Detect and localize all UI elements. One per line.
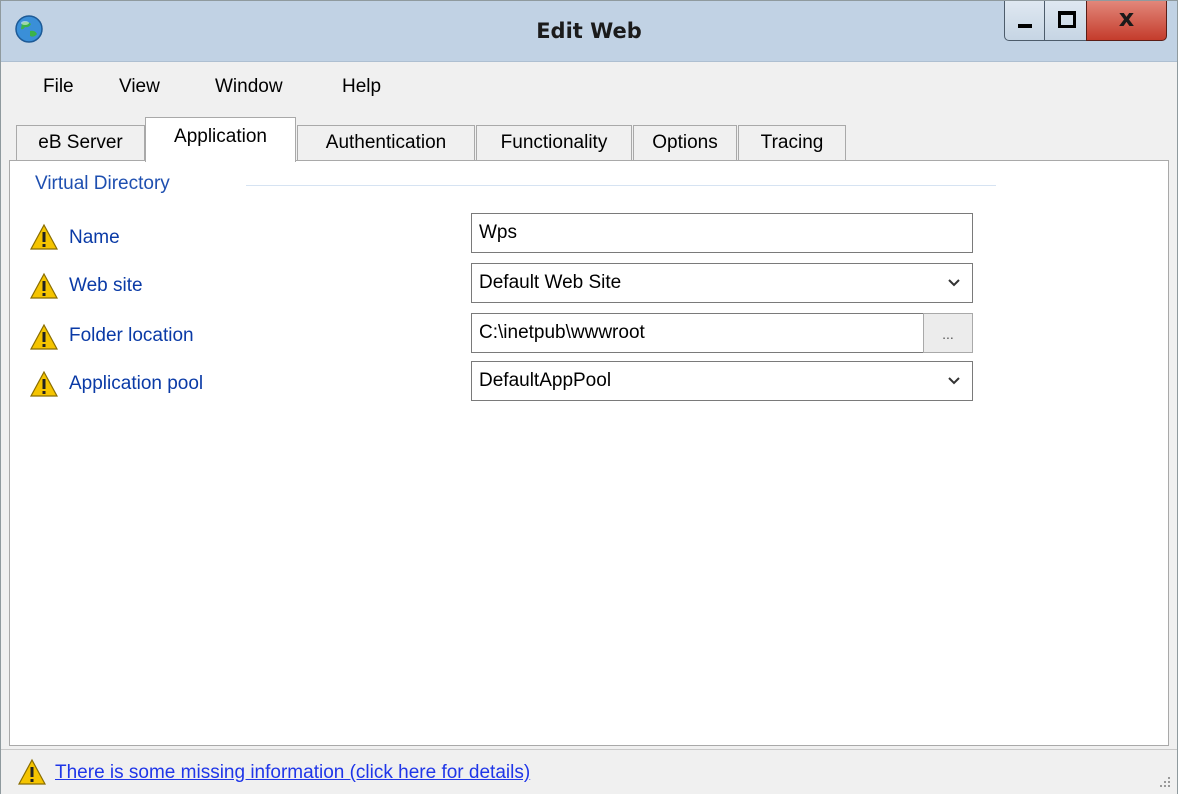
close-icon: x [1118,4,1135,32]
tab-application[interactable]: Application [145,117,296,162]
web-site-value: Default Web Site [479,272,622,293]
edit-web-window: Edit Web x File View Window Help eB Serv… [0,0,1178,794]
group-title: Virtual Directory [35,173,178,195]
warning-icon [29,272,59,299]
menu-view[interactable]: View [119,76,160,98]
warning-icon [29,223,59,250]
maximize-icon [1058,11,1076,28]
menu-help[interactable]: Help [342,76,381,98]
menu-file[interactable]: File [43,76,74,98]
warning-icon [29,370,59,397]
web-site-select[interactable]: Default Web Site [471,263,973,303]
tab-eb-server[interactable]: eB Server [16,125,145,161]
warning-icon [17,758,47,785]
chevron-down-icon[interactable] [948,279,960,287]
application-pool-select[interactable]: DefaultAppPool [471,361,973,401]
application-pool-label: Application pool [69,373,204,394]
menu-window[interactable]: Window [215,76,283,98]
tab-tracing[interactable]: Tracing [738,125,846,161]
name-label: Name [69,227,120,248]
folder-location-label: Folder location [69,325,194,346]
warning-icon [29,323,59,350]
missing-info-link[interactable]: There is some missing information (click… [55,762,530,784]
tab-strip: eB Server Application Authentication Fun… [1,117,1177,162]
web-site-label: Web site [69,275,143,296]
group-divider [246,185,996,186]
browse-button[interactable]: ... [923,313,973,353]
minimize-icon [1018,24,1032,28]
minimize-button[interactable] [1004,1,1045,41]
maximize-button[interactable] [1044,1,1087,41]
status-bar: There is some missing information (click… [1,749,1177,794]
menu-bar: File View Window Help [1,62,1177,116]
title-bar[interactable]: Edit Web x [1,1,1177,62]
folder-location-input[interactable]: C:\inetpub\wwwroot [471,313,924,353]
chevron-down-icon[interactable] [948,377,960,385]
tab-options[interactable]: Options [633,125,737,161]
close-button[interactable]: x [1086,1,1167,41]
application-pool-value: DefaultAppPool [479,370,612,391]
tab-functionality[interactable]: Functionality [476,125,632,161]
window-title: Edit Web [536,19,642,43]
name-input[interactable]: Wps [471,213,973,253]
resize-grip-icon[interactable] [1157,774,1171,788]
tab-authentication[interactable]: Authentication [297,125,475,161]
